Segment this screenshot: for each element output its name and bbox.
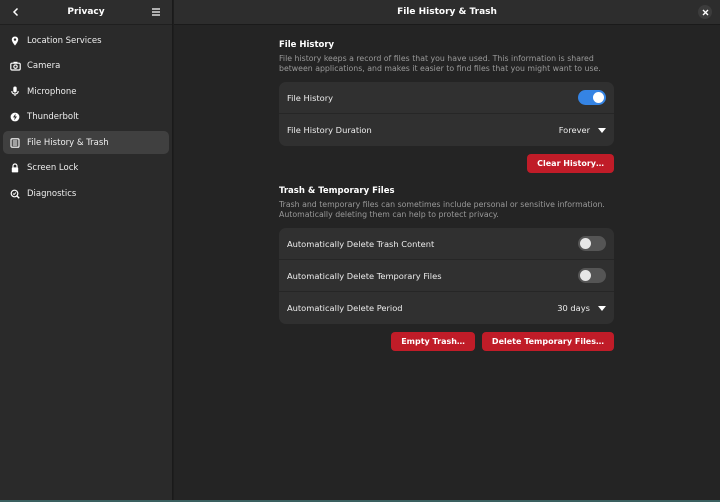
sidebar-item-label: Microphone <box>27 86 77 97</box>
sidebar-item-label: Diagnostics <box>27 188 77 199</box>
section-title: File History <box>279 40 335 50</box>
lock-icon <box>9 162 21 174</box>
auto-delete-period-row[interactable]: Automatically Delete Period 30 days <box>279 292 614 324</box>
file-history-switch[interactable] <box>578 90 606 105</box>
file-history-duration-row[interactable]: File History Duration Forever <box>279 114 614 146</box>
file-history-section: File History File history keeps a record… <box>279 40 614 173</box>
sidebar-item-label: Location Services <box>27 35 102 46</box>
sidebar-item-screen-lock[interactable]: Screen Lock <box>3 157 169 180</box>
section-description: Trash and temporary files can sometimes … <box>279 200 605 219</box>
microphone-icon <box>9 86 21 98</box>
sidebar-item-diagnostics[interactable]: Diagnostics <box>3 182 169 205</box>
menu-button[interactable] <box>148 4 164 20</box>
thunderbolt-icon <box>9 111 21 123</box>
sidebar-item-label: Camera <box>27 61 61 71</box>
auto-delete-trash-row: Automatically Delete Trash Content <box>279 228 614 260</box>
auto-delete-trash-switch[interactable] <box>578 236 606 251</box>
trash-actions: Empty Trash… Delete Temporary Files… <box>279 332 614 351</box>
sidebar: Privacy Location Services Camera Microph… <box>0 0 173 502</box>
hamburger-menu-icon <box>151 8 160 16</box>
dropdown-arrow-icon <box>598 305 606 311</box>
switch-knob <box>580 238 591 249</box>
sidebar-item-microphone[interactable]: Microphone <box>3 80 169 103</box>
file-history-row: File History <box>279 82 614 114</box>
page-title: File History & Trash <box>397 7 497 17</box>
sidebar-list: Location Services Camera Microphone Thun… <box>0 25 172 212</box>
location-pin-icon <box>9 35 21 47</box>
auto-delete-temp-switch[interactable] <box>578 268 606 283</box>
section-description: File history keeps a record of files tha… <box>279 54 601 73</box>
sidebar-item-label: File History & Trash <box>27 137 109 148</box>
chevron-left-icon <box>12 7 19 17</box>
file-history-list: File History File History Duration Forev… <box>279 82 614 146</box>
clear-history-button[interactable]: Clear History… <box>527 154 614 173</box>
duration-dropdown[interactable]: Forever <box>559 125 606 135</box>
file-history-actions: Clear History… <box>279 154 614 173</box>
sidebar-title: Privacy <box>67 7 105 17</box>
period-dropdown[interactable]: 30 days <box>557 303 606 313</box>
empty-trash-button[interactable]: Empty Trash… <box>391 332 475 351</box>
auto-delete-temp-row: Automatically Delete Temporary Files <box>279 260 614 292</box>
trash-section: Trash & Temporary Files Trash and tempor… <box>279 186 614 351</box>
switch-knob <box>580 270 591 281</box>
row-label: Automatically Delete Period <box>287 303 403 313</box>
row-label: File History <box>287 92 334 103</box>
delete-temp-files-button[interactable]: Delete Temporary Files… <box>481 332 614 351</box>
dropdown-value: Forever <box>558 125 590 135</box>
file-history-icon <box>9 137 21 149</box>
section-title: Trash & Temporary Files <box>279 186 395 196</box>
close-button[interactable] <box>698 5 712 19</box>
sidebar-header: Privacy <box>0 0 172 25</box>
trash-list: Automatically Delete Trash Content Autom… <box>279 228 614 324</box>
back-button[interactable] <box>8 4 24 20</box>
close-icon <box>702 9 708 15</box>
dropdown-arrow-icon <box>598 127 606 133</box>
row-label: Automatically Delete Temporary Files <box>287 270 442 281</box>
sidebar-item-label: Screen Lock <box>27 163 79 173</box>
camera-icon <box>9 60 21 72</box>
main-header: File History & Trash <box>174 0 720 25</box>
sidebar-item-location-services[interactable]: Location Services <box>3 29 169 52</box>
row-label: Automatically Delete Trash Content <box>287 238 435 249</box>
sidebar-item-camera[interactable]: Camera <box>3 55 169 78</box>
dropdown-value: 30 days <box>557 303 590 313</box>
sidebar-item-thunderbolt[interactable]: Thunderbolt <box>3 106 169 129</box>
main-panel: File History & Trash File History File h… <box>174 0 720 502</box>
sidebar-item-file-history-trash[interactable]: File History & Trash <box>3 131 169 154</box>
diagnostics-icon <box>9 188 21 200</box>
sidebar-item-label: Thunderbolt <box>27 112 79 122</box>
switch-knob <box>593 92 604 103</box>
row-label: File History Duration <box>287 125 372 135</box>
